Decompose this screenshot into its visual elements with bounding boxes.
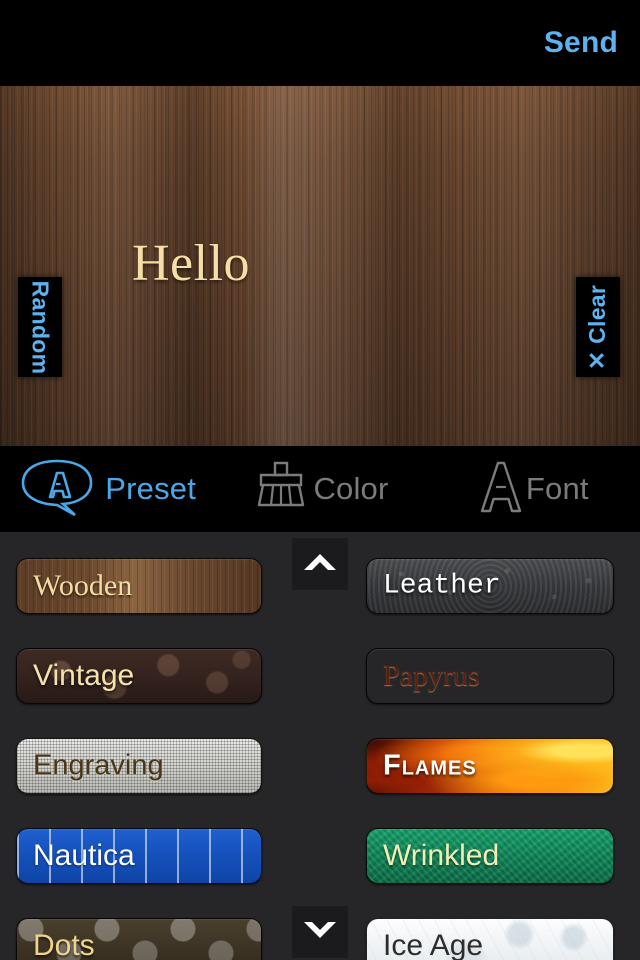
brush-icon [251,459,311,520]
send-button[interactable]: Send [544,26,618,60]
top-bar: Send [0,0,640,86]
preset-item-leather[interactable]: Leather [366,558,614,614]
preset-item-papyrus[interactable]: Papyrus [366,648,614,704]
preset-item-vintage[interactable]: Vintage [16,648,262,704]
preset-label: Leather [383,570,501,602]
tab-font-label: Font [525,471,589,506]
letter-a-outline-icon [478,459,524,520]
chevron-down-icon [300,916,340,949]
tab-color[interactable]: Color [213,446,426,532]
tab-color-label: Color [313,471,389,506]
app-root: Send Hello Random ✕ Clear Preset Color F… [0,0,640,960]
preset-label: Wrinkled [383,839,500,872]
preset-label: Nautica [33,839,135,872]
tab-preset-label: Preset [105,471,197,506]
preset-label: Engraving [33,749,164,782]
preset-item-ice-age[interactable]: Ice Age [366,918,614,960]
preset-item-wooden[interactable]: Wooden [16,558,262,614]
preset-item-dots[interactable]: Dots [16,918,262,960]
preset-label: Dots [33,929,95,960]
preset-item-engraving[interactable]: Engraving [16,738,262,794]
tool-tab-bar: Preset Color Font [0,446,640,532]
preset-list[interactable]: Wooden Leather Vintage Papyrus Engraving… [0,532,640,960]
random-button[interactable]: Random [18,277,62,377]
canvas-text[interactable]: Hello [132,234,250,293]
preset-item-wrinkled[interactable]: Wrinkled [366,828,614,884]
preset-item-flames[interactable]: Flames [366,738,614,794]
preset-label: Wooden [33,569,133,602]
tab-font[interactable]: Font [427,446,640,532]
speech-bubble-a-icon [17,457,103,522]
clear-button[interactable]: ✕ Clear [576,277,620,377]
chevron-up-icon [300,548,340,581]
clear-button-label: ✕ Clear [584,284,611,370]
preset-label: Flames [383,749,477,782]
preview-canvas[interactable]: Hello Random ✕ Clear [0,86,640,446]
preset-item-nautica[interactable]: Nautica [16,828,262,884]
preset-label: Ice Age [383,929,484,960]
preset-label: Papyrus [383,659,480,692]
random-button-label: Random [27,280,54,374]
scroll-up-button[interactable] [292,538,348,590]
tab-preset[interactable]: Preset [0,446,213,532]
preset-label: Vintage [33,659,135,692]
scroll-down-button[interactable] [292,906,348,958]
